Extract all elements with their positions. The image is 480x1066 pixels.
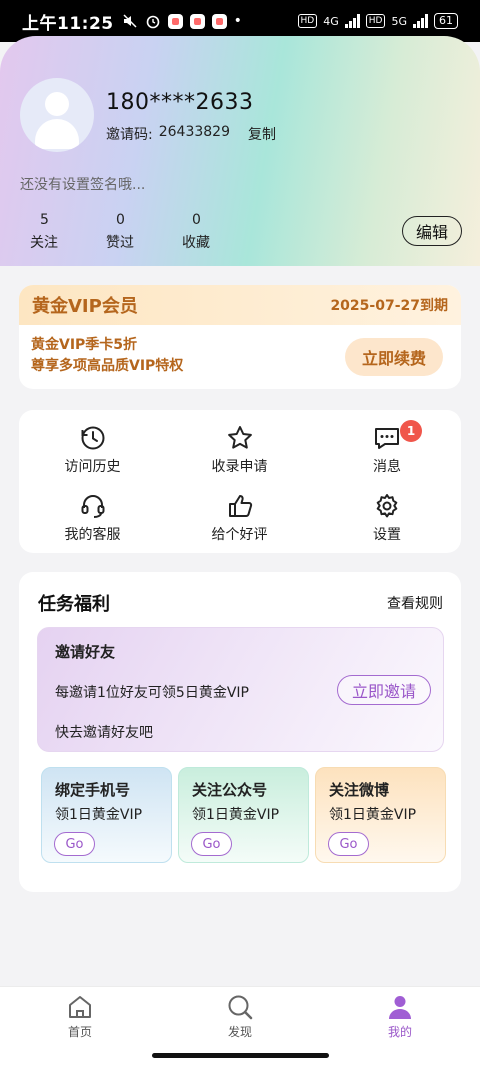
message-icon	[375, 428, 399, 449]
stat-count: 0	[192, 212, 201, 228]
menu-item-submit[interactable]: 收录申请	[166, 424, 313, 492]
stat-count: 0	[116, 212, 125, 228]
stat-favorites[interactable]: 0 收藏	[172, 212, 248, 252]
profile-icon	[389, 996, 411, 1019]
menu-item-label: 我的客服	[64, 527, 121, 543]
task-title: 任务福利	[38, 594, 110, 615]
task-reward: 领1日黄金VIP	[55, 807, 143, 823]
quick-menu-grid: 访问历史 收录申请 1 消息 我的客服 给个好评 设置	[19, 410, 461, 556]
invite-code-row: 邀请码: 26433829 复制	[106, 124, 276, 144]
nav-profile[interactable]: 我的	[320, 987, 480, 1066]
task-follow-wechat[interactable]: 关注公众号 领1日黄金VIP Go	[178, 767, 309, 863]
signal-icon	[344, 14, 360, 28]
copy-button[interactable]: 复制	[248, 124, 276, 144]
menu-item-label: 消息	[373, 459, 401, 475]
stat-following[interactable]: 5 关注	[20, 212, 96, 252]
profile-header: 180****2633 邀请码: 26433829 复制 还没有设置签名哦...…	[0, 36, 480, 266]
vip-title: 黄金VIP会员	[32, 296, 138, 317]
network-label: 5G	[391, 14, 407, 28]
task-bind-phone[interactable]: 绑定手机号 领1日黄金VIP Go	[41, 767, 172, 863]
renew-button[interactable]: 立即续费	[345, 338, 443, 376]
history-icon	[81, 426, 104, 450]
signal-icon	[413, 14, 428, 28]
unread-badge: 1	[400, 420, 422, 442]
task-follow-weibo[interactable]: 关注微博 领1日黄金VIP Go	[315, 767, 446, 863]
menu-item-history[interactable]: 访问历史	[19, 424, 166, 492]
hd-icon: HD	[365, 14, 386, 28]
quick-menu-card: 访问历史 收录申请 1 消息 我的客服 给个好评 设置	[19, 410, 461, 553]
app-notification-icon	[211, 13, 227, 29]
task-title: 绑定手机号	[55, 781, 131, 799]
invite-subtext: 快去邀请好友吧	[55, 725, 153, 741]
profile-stats: 5 关注 0 赞过 0 收藏	[20, 212, 248, 252]
task-rewards-card: 任务福利 查看规则 邀请好友 每邀请1位好友可领5日黄金VIP 快去邀请好友吧 …	[19, 572, 461, 892]
alarm-icon	[146, 15, 159, 29]
nav-label: 我的	[387, 1025, 412, 1039]
menu-item-label: 设置	[373, 527, 401, 543]
go-button[interactable]: Go	[328, 832, 369, 856]
stat-label: 收藏	[182, 235, 210, 251]
menu-item-label: 收录申请	[211, 459, 268, 475]
vip-header: 黄金VIP会员 2025-07-27到期	[19, 285, 461, 325]
menu-item-support[interactable]: 我的客服	[19, 492, 166, 556]
signature-text[interactable]: 还没有设置签名哦...	[20, 174, 145, 194]
invite-now-button[interactable]: 立即邀请	[337, 675, 431, 705]
invite-code-value: 26433829	[158, 124, 230, 140]
invite-title: 邀请好友	[55, 643, 116, 661]
star-icon	[227, 426, 252, 449]
go-button[interactable]: Go	[54, 832, 95, 856]
network-label: 4G	[323, 14, 339, 28]
task-title: 关注微博	[329, 781, 390, 799]
stat-count: 5	[40, 212, 49, 228]
stat-label: 赞过	[106, 235, 134, 251]
status-time: 上午11:25	[22, 13, 114, 34]
avatar-body-shape	[35, 119, 79, 149]
invite-code-label: 邀请码:	[106, 127, 153, 143]
gear-icon	[376, 494, 398, 518]
mute-icon	[123, 14, 137, 28]
nav-label: 首页	[67, 1025, 92, 1039]
app-notification-icon	[189, 13, 205, 29]
stat-liked[interactable]: 0 赞过	[96, 212, 172, 252]
more-dot-icon: •	[233, 13, 242, 29]
view-rules-link[interactable]: 查看规则	[387, 593, 443, 613]
nav-home[interactable]: 首页	[0, 987, 160, 1066]
hd-icon: HD	[297, 14, 318, 28]
menu-item-label: 给个好评	[211, 527, 268, 543]
app-notification-icon	[167, 13, 183, 29]
home-icon	[69, 996, 91, 1018]
invite-description: 每邀请1位好友可领5日黄金VIP	[55, 685, 249, 701]
task-reward: 领1日黄金VIP	[192, 807, 280, 823]
user-phone: 180****2633	[106, 90, 254, 115]
stat-label: 关注	[30, 235, 58, 251]
menu-item-messages[interactable]: 1 消息	[313, 420, 461, 492]
home-indicator[interactable]	[152, 1053, 329, 1058]
vip-promo: 黄金VIP季卡5折 尊享多项高品质VIP特权 立即续费	[19, 325, 461, 389]
mini-task-row: 绑定手机号 领1日黄金VIP Go 关注公众号 领1日黄金VIP Go 关注微博…	[41, 767, 446, 863]
task-reward: 领1日黄金VIP	[329, 807, 417, 823]
menu-item-settings[interactable]: 设置	[313, 492, 461, 556]
menu-item-label: 访问历史	[64, 459, 121, 475]
avatar-head-shape	[45, 92, 69, 116]
avatar[interactable]	[20, 78, 94, 152]
status-notification-icons: •	[122, 13, 242, 29]
menu-item-rate[interactable]: 给个好评	[166, 492, 313, 556]
thumbs-up-icon	[228, 495, 252, 517]
nav-label: 发现	[227, 1025, 252, 1039]
task-header: 任务福利 查看规则	[19, 572, 461, 616]
vip-expire-date: 2025-07-27到期	[330, 298, 448, 314]
edit-profile-button[interactable]: 编辑	[402, 216, 462, 246]
discover-icon	[228, 995, 253, 1020]
invite-friends-panel: 邀请好友 每邀请1位好友可领5日黄金VIP 快去邀请好友吧 立即邀请	[37, 627, 444, 752]
battery-icon: 61	[434, 13, 458, 29]
headset-icon	[81, 495, 104, 518]
task-title: 关注公众号	[192, 781, 268, 799]
go-button[interactable]: Go	[191, 832, 232, 856]
status-system-icons: HD 4G HD 5G 61	[297, 13, 458, 29]
vip-card: 黄金VIP会员 2025-07-27到期 黄金VIP季卡5折 尊享多项高品质VI…	[19, 285, 461, 389]
